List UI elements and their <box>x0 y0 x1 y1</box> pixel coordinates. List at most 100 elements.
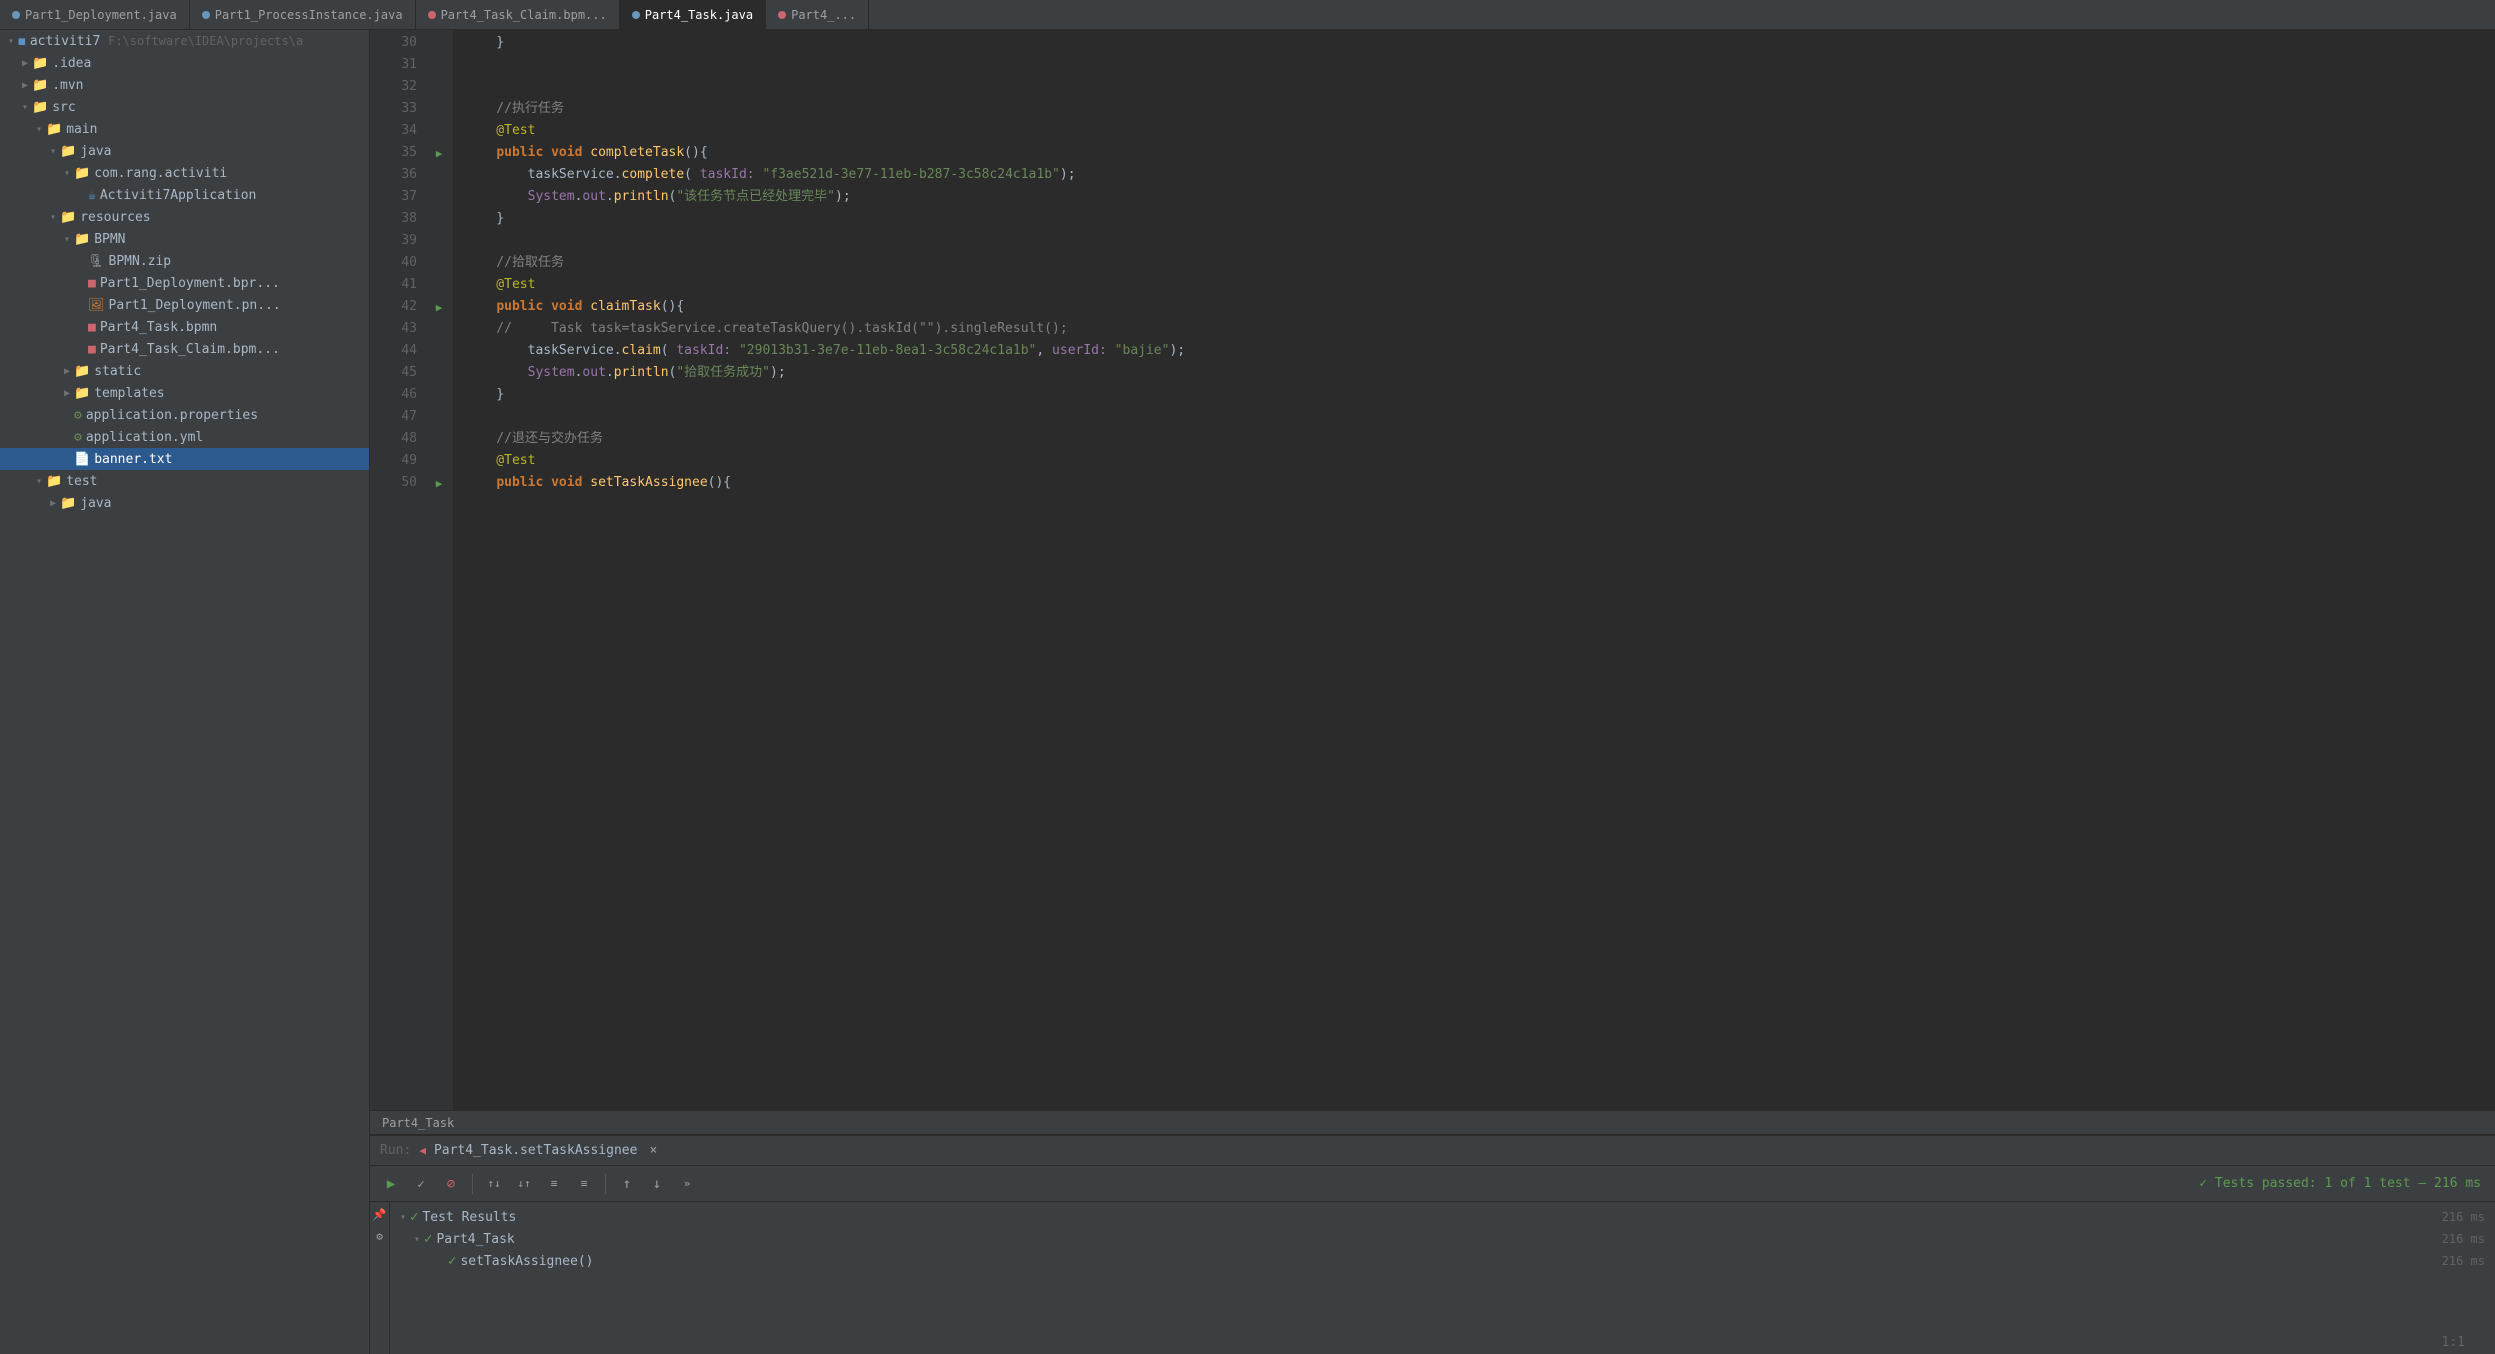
tab-icon-bpmn <box>428 11 436 19</box>
sort-alpha-button[interactable]: ↑↓ <box>481 1172 507 1196</box>
line-numbers: 30 31 32 33 34 35 36 37 38 39 40 41 42 4… <box>370 30 425 1110</box>
code-line-40: //拾取任务 <box>453 252 2495 274</box>
png-file-icon: 🖼 <box>88 298 105 313</box>
method-check-icon: ✓ <box>448 1253 456 1269</box>
sidebar-item-test-java[interactable]: ▶ 📁 java <box>0 492 369 514</box>
sidebar-item-app-props[interactable]: ▶ ⚙ application.properties <box>0 404 369 426</box>
mvn-arrow: ▶ <box>18 80 32 91</box>
code-line-49: @Test <box>453 450 2495 472</box>
toolbar-divider2 <box>605 1174 606 1194</box>
tab-label: Part1_Deployment.java <box>25 8 177 22</box>
tab-part4-x[interactable]: Part4_... <box>766 0 869 30</box>
code-line-44: taskService.claim( taskId: "29013b31-3e7… <box>453 340 2495 362</box>
sidebar-item-bpmn-folder[interactable]: ▾ 📁 BPMN <box>0 228 369 250</box>
static-label: static <box>94 364 141 379</box>
sidebar-item-app-yml[interactable]: ▶ ⚙ application.yml <box>0 426 369 448</box>
sidebar-item-banner[interactable]: ▶ 📄 banner.txt <box>0 448 369 470</box>
sort-duration-button[interactable]: ↓↑ <box>511 1172 537 1196</box>
templates-label: templates <box>94 386 164 401</box>
sidebar-item-mvn[interactable]: ▶ 📁 .mvn <box>0 74 369 96</box>
settings-icon[interactable]: ⚙ <box>372 1228 388 1244</box>
results-check-icon: ✓ <box>410 1209 418 1225</box>
test-arrow: ▾ <box>32 476 46 487</box>
part4-check-icon: ✓ <box>424 1231 432 1247</box>
run-close[interactable]: × <box>649 1143 657 1158</box>
main-label: main <box>66 122 97 137</box>
folder-icon3: 📁 <box>32 100 48 115</box>
idea-label: .idea <box>52 56 91 71</box>
sidebar-item-part1-deploy-png[interactable]: ▶ 🖼 Part1_Deployment.pn... <box>0 294 369 316</box>
run-button-50[interactable]: ▶ <box>425 472 453 494</box>
tab-bar: Part1_Deployment.java Part1_ProcessInsta… <box>0 0 2495 30</box>
tab-label: Part4_... <box>791 8 856 22</box>
app-props-label: application.properties <box>86 408 258 423</box>
sidebar-item-java[interactable]: ▾ 📁 java <box>0 140 369 162</box>
sidebar-item-part4-task-claim-bpmn[interactable]: ▶ ■ Part4_Task_Claim.bpm... <box>0 338 369 360</box>
tab-part4-claim[interactable]: Part4_Task_Claim.bpm... <box>416 0 620 30</box>
code-line-31 <box>453 54 2495 76</box>
sidebar-item-static[interactable]: ▶ 📁 static <box>0 360 369 382</box>
sidebar-item-project[interactable]: ▾ ◼ activiti7 F:\software\IDEA\projects\… <box>0 30 369 52</box>
folder-icon2: 📁 <box>32 78 48 93</box>
run-button-42[interactable]: ▶ <box>425 296 453 318</box>
code-line-32 <box>453 76 2495 98</box>
collapse-button[interactable]: ≡ <box>571 1172 597 1196</box>
code-line-47 <box>453 406 2495 428</box>
sidebar-item-part1-deploy-bpmn[interactable]: ▶ ■ Part1_Deployment.bpr... <box>0 272 369 294</box>
set-task-assignee-time: 216 ms <box>2442 1254 2485 1268</box>
part4-task-time: 216 ms <box>2442 1232 2485 1246</box>
sidebar-item-part4-task-bpmn[interactable]: ▶ ■ Part4_Task.bpmn <box>0 316 369 338</box>
test-results-root[interactable]: ▾ ✓ Test Results 216 ms <box>398 1206 2487 1228</box>
project-arrow: ▾ <box>4 36 18 47</box>
prev-fail-button[interactable]: ↑ <box>614 1172 640 1196</box>
sidebar-item-src[interactable]: ▾ 📁 src <box>0 96 369 118</box>
java-label: java <box>80 144 111 159</box>
sidebar-item-com-rang[interactable]: ▾ 📁 com.rang.activiti <box>0 162 369 184</box>
folder-icon: 📁 <box>32 56 48 71</box>
run-test-name: Part4_Task.setTaskAssignee <box>434 1143 638 1158</box>
test-set-task-assignee[interactable]: ✓ setTaskAssignee() 216 ms <box>398 1250 2487 1272</box>
mvn-label: .mvn <box>52 78 83 93</box>
code-line-38: } <box>453 208 2495 230</box>
run-label: Run: <box>380 1143 411 1158</box>
folder-icon9: 📁 <box>74 364 90 379</box>
run-button[interactable]: ▶ <box>378 1172 404 1196</box>
more-button[interactable]: » <box>674 1172 700 1196</box>
tab-part1-deployment[interactable]: Part1_Deployment.java <box>0 0 190 30</box>
test-java-arrow: ▶ <box>46 498 60 509</box>
java-arrow: ▾ <box>46 146 60 157</box>
project-icon: ◼ <box>18 34 26 49</box>
test-label: test <box>66 474 97 489</box>
gutter: ▶ ▶ ▶ <box>425 30 453 1110</box>
run-panel: Run: ◀ Part4_Task.setTaskAssignee × ▶ ✓ … <box>370 1134 2495 1354</box>
sidebar-item-resources[interactable]: ▾ 📁 resources <box>0 206 369 228</box>
code-editor[interactable]: 30 31 32 33 34 35 36 37 38 39 40 41 42 4… <box>370 30 2495 1110</box>
sidebar-item-idea[interactable]: ▶ 📁 .idea <box>0 52 369 74</box>
tab-part1-process[interactable]: Part1_ProcessInstance.java <box>190 0 416 30</box>
editor-breadcrumb: Part4_Task <box>370 1110 2495 1134</box>
tab-part4-task[interactable]: Part4_Task.java <box>620 0 766 30</box>
rerun-button[interactable]: ✓ <box>408 1172 434 1196</box>
sidebar-item-test[interactable]: ▾ 📁 test <box>0 470 369 492</box>
sidebar-item-main[interactable]: ▾ 📁 main <box>0 118 369 140</box>
bpmn-file-icon2: ■ <box>88 320 96 335</box>
next-fail-button[interactable]: ↓ <box>644 1172 670 1196</box>
bpmn-folder-label: BPMN <box>94 232 125 247</box>
app-yml-label: application.yml <box>86 430 203 445</box>
banner-label: banner.txt <box>94 452 172 467</box>
code-content[interactable]: } //执行任务 @Test <box>453 30 2495 1110</box>
sidebar-item-bpmn-zip[interactable]: ▶ 🗜 BPMN.zip <box>0 250 369 272</box>
folder-icon11: 📁 <box>46 474 62 489</box>
sidebar-item-templates[interactable]: ▶ 📁 templates <box>0 382 369 404</box>
pin-icon[interactable]: 📌 <box>372 1206 388 1222</box>
sidebar-item-activiti7app[interactable]: ▶ ☕ Activiti7Application <box>0 184 369 206</box>
tab-icon-java3 <box>632 11 640 19</box>
run-button-35[interactable]: ▶ <box>425 142 453 164</box>
src-arrow: ▾ <box>18 102 32 113</box>
stop-button[interactable]: ⊘ <box>438 1172 464 1196</box>
expand-button[interactable]: ≡ <box>541 1172 567 1196</box>
part1-deploy-png-label: Part1_Deployment.pn... <box>109 298 281 313</box>
test-part4-task[interactable]: ▾ ✓ Part4_Task 216 ms <box>398 1228 2487 1250</box>
code-line-45: System.out.println("拾取任务成功"); <box>453 362 2495 384</box>
main-arrow: ▾ <box>32 124 46 135</box>
